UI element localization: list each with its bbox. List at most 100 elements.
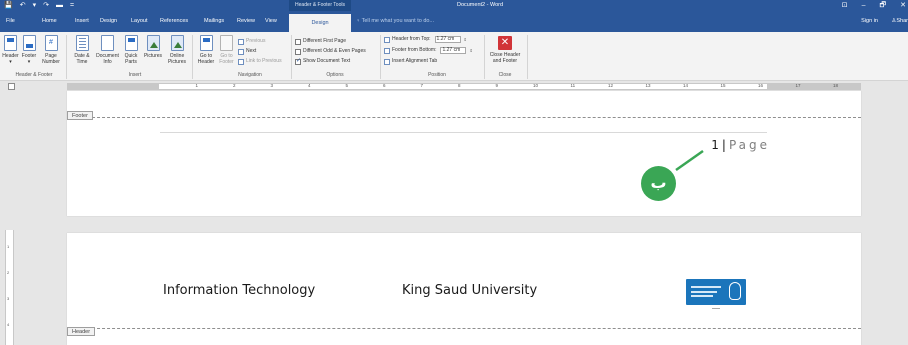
header-center-text[interactable]: King Saud University xyxy=(402,283,537,298)
header-boundary xyxy=(67,328,861,329)
header-icon xyxy=(4,35,17,51)
date-time-label2: Time xyxy=(76,59,88,65)
group-separator xyxy=(380,35,381,79)
header-button[interactable]: Header ▾ xyxy=(2,35,19,65)
page-2: Information Technology King Saud Univers… xyxy=(67,233,861,345)
quick-parts-button[interactable]: Quick Parts xyxy=(122,35,140,65)
share-button[interactable]: ♙Shar xyxy=(891,11,908,32)
quick-parts-label2: Parts xyxy=(125,59,137,65)
redo-icon[interactable]: ↷ xyxy=(43,1,49,10)
save-icon[interactable]: 💾 xyxy=(4,1,13,10)
online-pictures-label2: Pictures xyxy=(167,59,187,65)
online-pictures-icon xyxy=(170,35,184,51)
touch-mode-icon[interactable]: ▬ xyxy=(56,1,63,10)
footer-button[interactable]: Footer ▾ xyxy=(20,35,38,65)
university-logo[interactable] xyxy=(686,279,746,305)
tab-layout[interactable]: Layout xyxy=(131,11,148,32)
callout-pointer xyxy=(675,149,704,172)
page-number-icon xyxy=(44,35,58,51)
document-info-icon xyxy=(101,35,114,51)
header-from-top-input[interactable]: 1.27 cm xyxy=(434,36,461,43)
tab-mailings[interactable]: Mailings xyxy=(204,11,224,32)
tab-references[interactable]: References xyxy=(160,11,188,32)
minimize-button[interactable]: – xyxy=(862,0,866,11)
logo-english-line xyxy=(691,291,717,293)
ruler-number: 5 xyxy=(345,83,349,88)
date-time-button[interactable]: Date & Time xyxy=(71,35,93,65)
footer-from-bottom-input[interactable]: 1.27 cm xyxy=(440,47,467,54)
customize-qat-icon[interactable]: = xyxy=(70,1,74,10)
checkbox-icon xyxy=(295,38,301,45)
tab-review[interactable]: Review xyxy=(237,11,255,32)
tab-selector-icon[interactable] xyxy=(8,83,15,90)
spinner-arrows-icon[interactable]: ⇕ xyxy=(469,47,472,54)
vruler-number: 2 xyxy=(7,270,10,275)
tab-header-footer-design[interactable]: Design xyxy=(289,14,351,32)
previous-icon xyxy=(238,38,244,45)
insert-alignment-tab-button[interactable]: Insert Alignment Tab xyxy=(384,58,437,65)
go-to-footer-button[interactable]: Go to Footer xyxy=(217,35,236,65)
close-header-footer-button[interactable]: ✕ Close Header and Footer xyxy=(486,36,524,64)
ruler-number: 8 xyxy=(458,83,461,88)
ruler-track xyxy=(67,83,861,90)
previous-label: Previous xyxy=(246,38,266,44)
insert-alignment-tab-label: Insert Alignment Tab xyxy=(392,58,438,64)
group-separator xyxy=(192,35,193,79)
link-to-previous-button[interactable]: Link to Previous xyxy=(238,58,282,65)
tab-file[interactable]: File xyxy=(6,11,15,32)
undo-dropdown-icon[interactable]: ▾ xyxy=(33,1,37,10)
alignment-tab-icon xyxy=(384,58,390,65)
sign-in-link[interactable]: Sign in xyxy=(861,11,878,32)
tell-me-box[interactable]: ♀ Tell me what you want to do... xyxy=(356,11,434,32)
spinner-arrows-icon[interactable]: ⇕ xyxy=(464,36,467,43)
arabic-letter-badge: ب xyxy=(641,166,676,201)
page-number-button[interactable]: PageNumber xyxy=(39,35,63,65)
online-pictures-button[interactable]: Online Pictures xyxy=(166,35,188,65)
close-window-button[interactable]: ✕ xyxy=(900,0,906,11)
document-info-button[interactable]: Document Info xyxy=(95,35,120,65)
tab-insert[interactable]: Insert xyxy=(75,11,89,32)
tab-view[interactable]: View xyxy=(265,11,277,32)
ruler-number: 10 xyxy=(533,83,539,88)
footer-icon xyxy=(22,35,36,51)
ruler-number: 12 xyxy=(608,83,614,88)
different-first-page-checkbox[interactable]: Different First Page xyxy=(295,38,346,45)
pictures-button[interactable]: Pictures xyxy=(142,35,164,59)
show-document-text-checkbox[interactable]: Show Document Text xyxy=(295,58,350,65)
vruler-number: 1 xyxy=(7,244,10,249)
document-title: Document2 - Word xyxy=(456,2,504,8)
ruler-number: 6 xyxy=(383,83,386,88)
header-from-top-row: Header from Top: 1.27 cm ⇕ xyxy=(384,36,467,43)
page-number-label2: Number xyxy=(42,59,60,65)
checked-checkbox-icon xyxy=(295,58,301,65)
maximize-button[interactable]: 🗗 xyxy=(880,0,887,11)
previous-button[interactable]: Previous xyxy=(238,38,265,45)
tab-home[interactable]: Home xyxy=(42,11,57,32)
footer-position-icon xyxy=(384,47,390,54)
ribbon-display-options-icon[interactable]: ⊡ xyxy=(842,0,848,11)
go-to-header-button[interactable]: Go to Header xyxy=(196,35,216,65)
horizontal-ruler[interactable]: 1 2 3 4 5 6 7 8 9 10 11 12 13 14 15 16 17 18 xyxy=(0,82,908,91)
calendar-icon xyxy=(75,35,89,51)
next-button[interactable]: Next xyxy=(238,48,256,55)
ruler-number: 17 xyxy=(795,83,801,88)
show-document-text-label: Show Document Text xyxy=(303,58,351,64)
group-label-options: Options xyxy=(326,72,344,78)
next-label: Next xyxy=(246,48,257,54)
ruler-number: 1 xyxy=(195,83,199,88)
tab-design[interactable]: Design xyxy=(100,11,117,32)
group-separator xyxy=(527,35,528,79)
page-1: Footer 1 | Page ب xyxy=(67,91,861,216)
header-left-text[interactable]: Information Technology xyxy=(163,283,315,298)
ruler-number: 15 xyxy=(720,83,726,88)
group-label-navigation: Navigation xyxy=(238,72,262,78)
window-controls: ⊡ – 🗗 ✕ xyxy=(842,0,906,11)
ruler-number: 13 xyxy=(645,83,651,88)
ruler-number: 2 xyxy=(233,83,236,88)
go-to-footer-label2: Footer xyxy=(219,59,234,65)
undo-icon[interactable]: ↶ xyxy=(20,1,26,10)
different-odd-even-checkbox[interactable]: Different Odd & Even Pages xyxy=(295,48,366,55)
vruler-number: 4 xyxy=(7,322,10,327)
vertical-ruler: 1 2 3 4 xyxy=(5,230,14,345)
go-to-header-label2: Header xyxy=(197,59,215,65)
